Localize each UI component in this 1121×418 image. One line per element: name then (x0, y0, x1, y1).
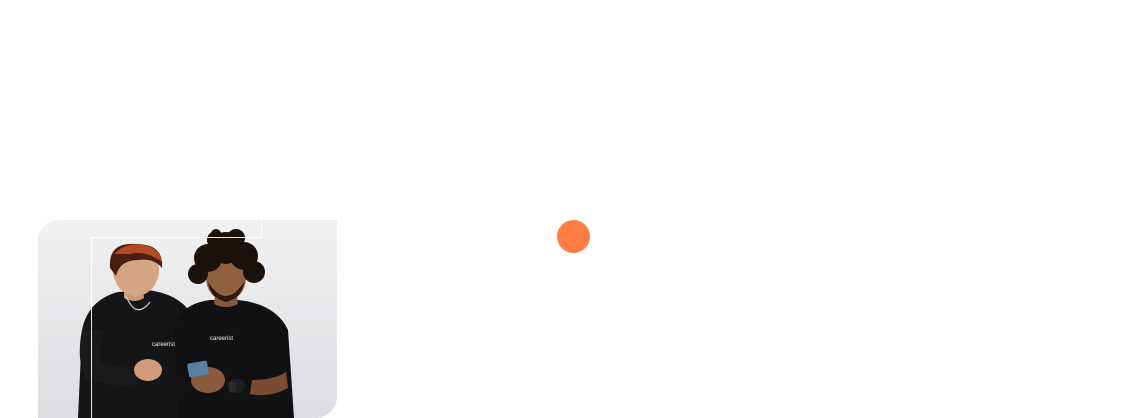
decorative-frame-edge (261, 220, 262, 237)
people-photo-illustration: careerist careerist (38, 220, 337, 418)
shirt-logo-left: careerist (152, 342, 175, 348)
accent-dot (557, 220, 590, 253)
hero-photo: careerist careerist (38, 220, 337, 418)
shirt-logo-right: careerist (210, 336, 233, 342)
